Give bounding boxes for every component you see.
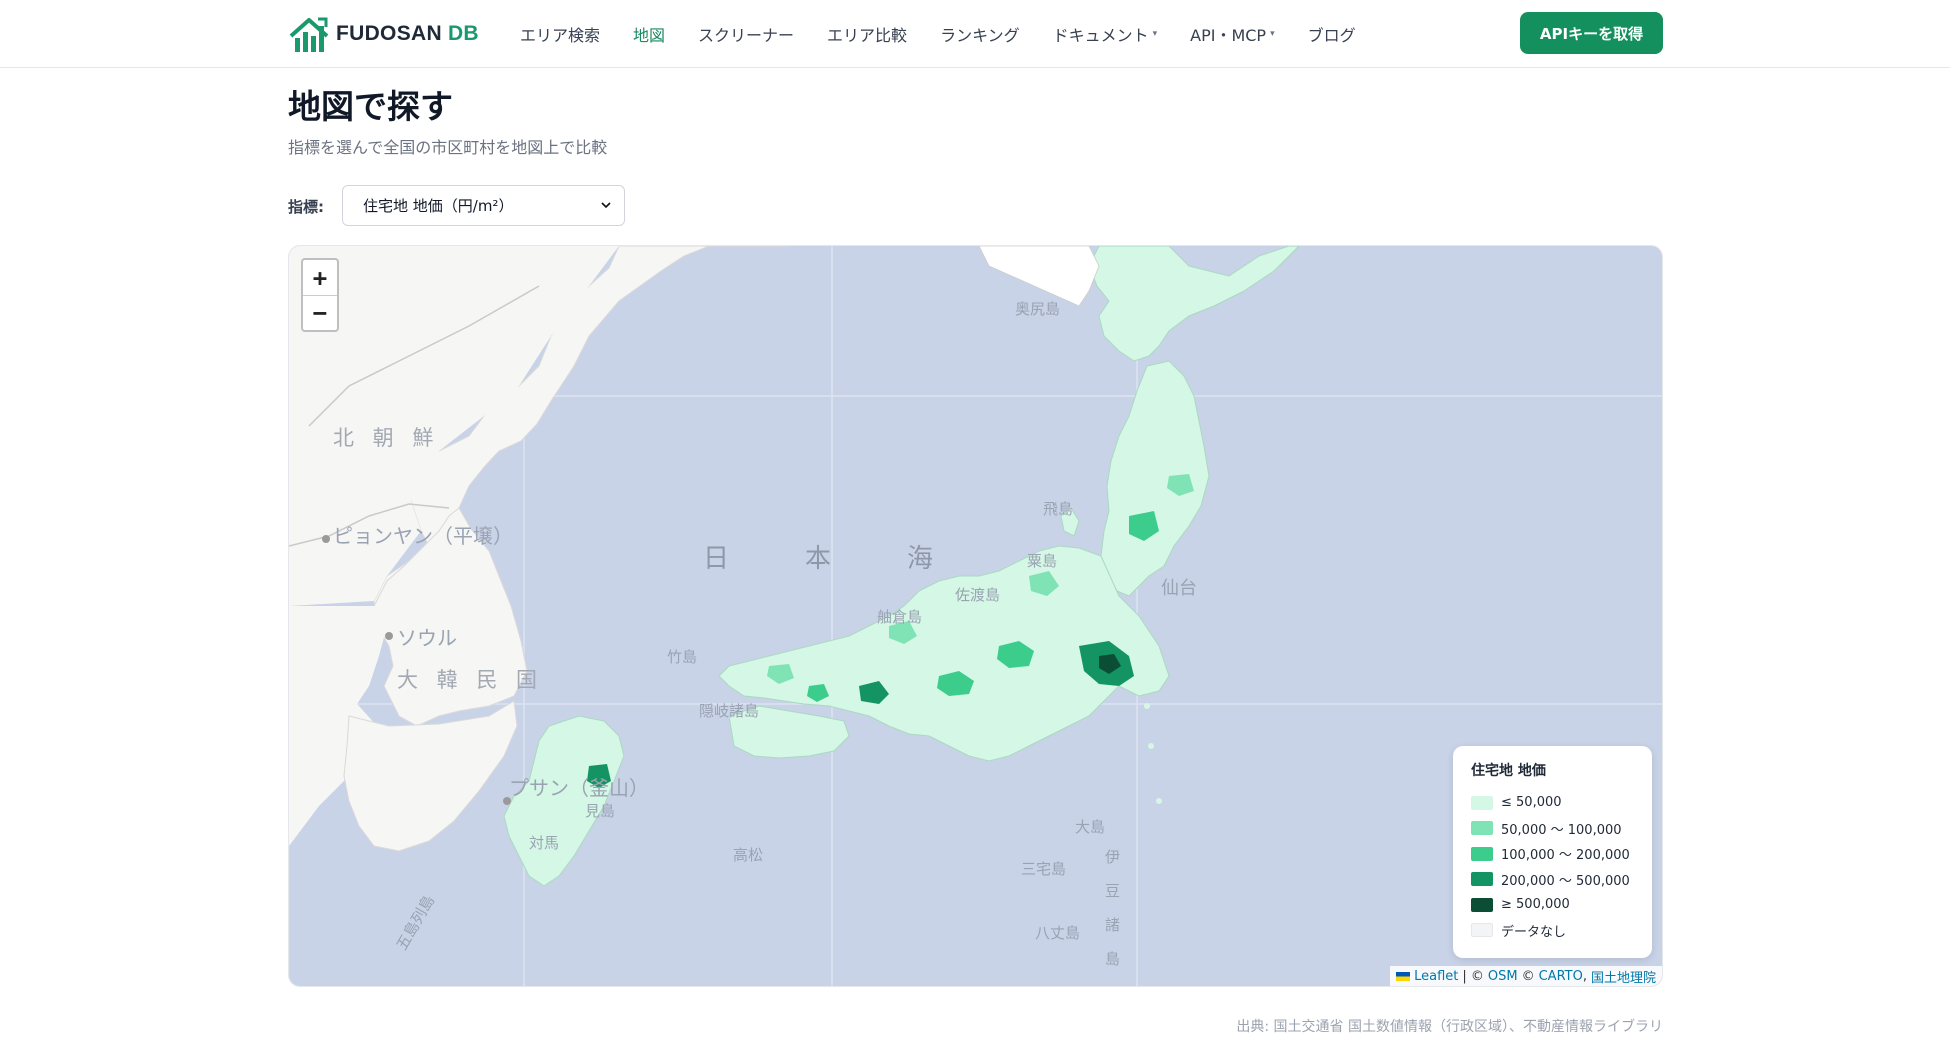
logo[interactable]: FUDOSAN DB xyxy=(288,14,479,54)
carto-link[interactable]: CARTO xyxy=(1539,969,1583,984)
caret-down-icon: ▾ xyxy=(1270,29,1275,39)
map-attribution: Leaflet | © OSM © CARTO , 国土地理院 xyxy=(1390,966,1662,986)
map-label-sendai: 仙台 xyxy=(1161,578,1197,599)
get-api-key-button[interactable]: APIキーを取得 xyxy=(1520,12,1663,54)
map-label-hegura: 舳倉島 xyxy=(877,608,923,626)
nav-map[interactable]: 地図 xyxy=(633,22,665,46)
map-label-okushiri: 奥尻島 xyxy=(1015,300,1061,318)
metric-label: 指標: xyxy=(288,198,324,216)
legend-swatch xyxy=(1471,923,1493,938)
map-label-oki: 隠岐諸島 xyxy=(699,702,760,720)
zoom-control: + − xyxy=(301,258,339,332)
page-subtitle: 指標を選んで全国の市区町村を地図上で比較 xyxy=(288,138,608,157)
map-label-mishima: 見島 xyxy=(585,802,616,820)
legend-swatch xyxy=(1471,897,1493,912)
map-label-tobishima: 飛島 xyxy=(1043,500,1074,518)
nav-api-mcp[interactable]: API・MCP ▾ xyxy=(1190,22,1274,46)
legend-swatch xyxy=(1471,846,1493,861)
map-label-izu-2: 豆 xyxy=(1105,882,1121,900)
main-nav: エリア検索 地図 スクリーナー エリア比較 ランキング ドキュメント ▾ API・… xyxy=(520,0,1389,68)
map-label-takeshima: 竹島 xyxy=(667,648,698,666)
legend-item: 200,000 〜 500,000 xyxy=(1471,867,1652,893)
logo-accent: DB xyxy=(447,22,479,45)
map-label-sea-2: 本 xyxy=(805,544,834,574)
metric-select[interactable]: 住宅地 地価（円/m²） xyxy=(342,185,625,226)
site-header: FUDOSAN DB エリア検索 地図 スクリーナー エリア比較 ランキング ドキ… xyxy=(0,0,1950,68)
legend-item: ≥ 500,000 xyxy=(1471,892,1652,918)
map-label-oshima: 大島 xyxy=(1075,818,1106,836)
attribution-separator: | © xyxy=(1462,968,1484,984)
nav-screener[interactable]: スクリーナー xyxy=(698,22,794,46)
legend-item: ≤ 50,000 xyxy=(1471,790,1652,816)
map-label-pyongyang: ピョンヤン（平壌） xyxy=(333,524,513,548)
map-container[interactable]: 北 朝 鮮 ピョンヤン（平壌） ソウル 大 韓 民 国 プサン（釜山） 日 本 … xyxy=(288,245,1663,987)
zoom-in-button[interactable]: + xyxy=(303,260,337,295)
map-label-izu-4: 島 xyxy=(1105,950,1121,968)
map-label-tsushima: 対馬 xyxy=(529,834,560,852)
map-label-north-korea: 北 朝 鮮 xyxy=(333,426,440,450)
map-label-sea-3: 海 xyxy=(907,544,936,574)
nav-ranking[interactable]: ランキング xyxy=(940,22,1020,46)
map-label-hachijo: 八丈島 xyxy=(1035,924,1081,942)
map-label-south-korea: 大 韓 民 国 xyxy=(397,668,544,692)
metric-selected-value: 住宅地 地価（円/m²） xyxy=(363,197,514,215)
nav-area-search[interactable]: エリア検索 xyxy=(520,22,600,46)
attribution-separator: © xyxy=(1521,968,1535,984)
legend-swatch xyxy=(1471,821,1493,836)
map-label-awashima: 粟島 xyxy=(1027,552,1058,570)
logo-text: FUDOSAN xyxy=(336,22,442,45)
map-label-sado: 佐渡島 xyxy=(955,586,1001,604)
nav-blog[interactable]: ブログ xyxy=(1308,22,1356,46)
caret-down-icon: ▾ xyxy=(1152,29,1158,39)
nav-documents[interactable]: ドキュメント ▾ xyxy=(1053,22,1158,46)
legend-item: 100,000 〜 200,000 xyxy=(1471,841,1652,867)
logo-house-chart-icon xyxy=(289,17,329,52)
legend-item: 50,000 〜 100,000 xyxy=(1471,816,1652,842)
map-label-miyake: 三宅島 xyxy=(1021,860,1067,878)
page-title: 地図で探す xyxy=(288,87,453,126)
map-label-izu-3: 諸 xyxy=(1105,916,1121,934)
map-label-busan: プサン（釜山） xyxy=(509,776,649,800)
map-label-takamatsu: 高松 xyxy=(733,846,764,864)
legend-swatch xyxy=(1471,795,1493,810)
nav-area-compare[interactable]: エリア比較 xyxy=(827,22,907,46)
legend-swatch xyxy=(1471,872,1493,887)
gsi-link[interactable]: 国土地理院 xyxy=(1591,967,1656,986)
data-source-note: 出典: 国土交通省 国土数値情報（行政区域）、不動産情報ライブラリ xyxy=(1236,1019,1663,1035)
leaflet-link[interactable]: Leaflet xyxy=(1414,969,1458,984)
zoom-out-button[interactable]: − xyxy=(303,295,337,330)
legend-title: 住宅地 地価 xyxy=(1471,763,1546,779)
map-label-sea-1: 日 xyxy=(703,544,732,574)
osm-link[interactable]: OSM xyxy=(1488,969,1518,984)
map-label-izu-1: 伊 xyxy=(1105,848,1121,866)
chevron-down-icon xyxy=(601,202,611,209)
map-label-seoul: ソウル xyxy=(397,626,457,650)
ukraine-flag-icon xyxy=(1396,971,1411,981)
attribution-separator: , xyxy=(1582,968,1587,984)
legend-item: データなし xyxy=(1471,918,1652,944)
map-legend: 住宅地 地価 ≤ 50,000 50,000 〜 100,000 100,000… xyxy=(1453,746,1652,958)
